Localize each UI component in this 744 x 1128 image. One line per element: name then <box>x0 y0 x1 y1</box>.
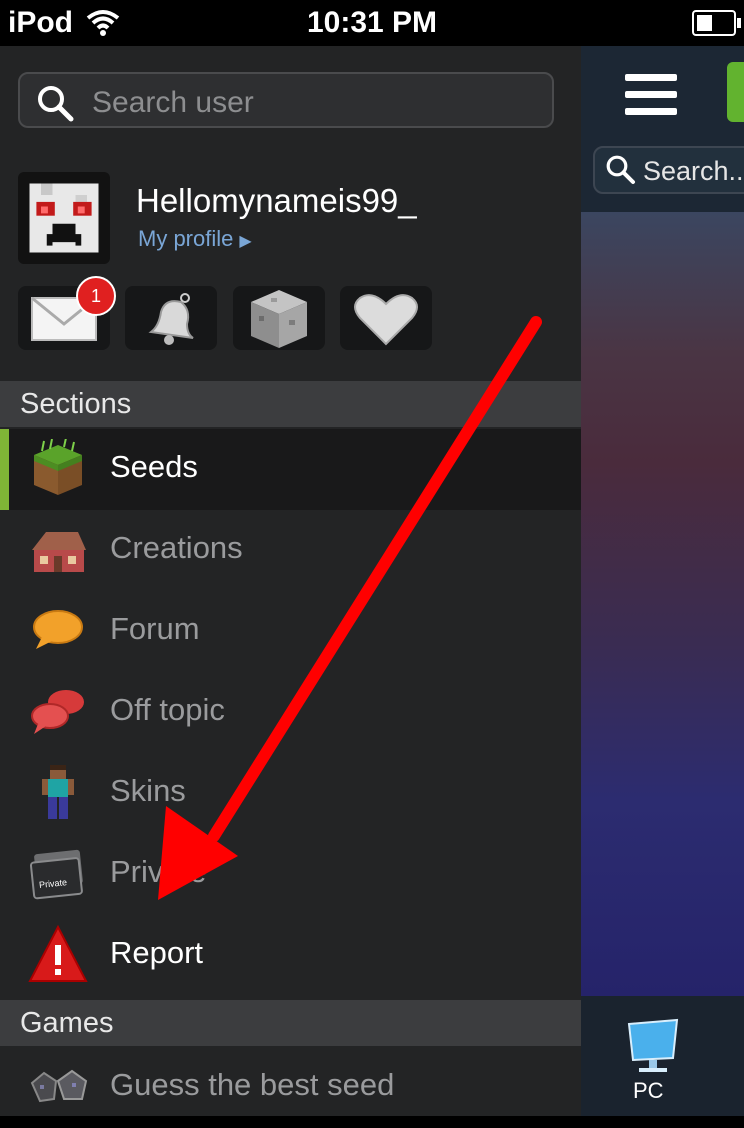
avatar[interactable] <box>18 172 110 264</box>
section-item-forum[interactable]: Forum <box>0 591 581 672</box>
section-item-skins[interactable]: Skins <box>0 753 581 834</box>
sections-header: Sections <box>0 381 581 427</box>
ore-blocks-icon <box>30 1069 88 1103</box>
main-search-field[interactable]: Search.. <box>593 146 744 194</box>
section-item-creations[interactable]: Creations <box>0 510 581 591</box>
section-item-label: Creations <box>110 530 243 565</box>
notifications-button[interactable] <box>125 286 217 350</box>
favorites-button[interactable] <box>340 286 432 350</box>
section-item-label: Off topic <box>110 692 225 727</box>
active-indicator <box>0 429 9 510</box>
hero-image <box>581 212 744 996</box>
ghast-avatar-icon <box>29 183 99 253</box>
character-skin-icon <box>42 765 74 819</box>
status-bar: iPod 10:31 PM <box>0 0 744 46</box>
my-profile-link[interactable]: My profile ▶ <box>138 226 252 252</box>
house-icon <box>32 532 86 572</box>
private-folder-icon: Private <box>29 849 83 900</box>
search-icon <box>606 155 635 184</box>
section-item-label: Private <box>110 854 207 889</box>
bell-icon <box>148 293 194 345</box>
section-item-seeds[interactable]: Seeds <box>0 429 581 510</box>
action-button[interactable] <box>727 62 744 122</box>
section-item-off-topic[interactable]: Off topic <box>0 672 581 753</box>
tab-label: PC <box>633 1078 664 1103</box>
main-search-label: Search.. <box>643 156 744 186</box>
section-item-label: Forum <box>110 611 200 646</box>
main-view: Search.. PC <box>581 46 744 1116</box>
speech-bubble-icon <box>33 610 83 649</box>
games-header: Games <box>0 1000 581 1046</box>
search-user-field[interactable]: Search user <box>18 72 554 128</box>
search-placeholder: Search user <box>92 86 254 119</box>
blocks-button[interactable] <box>233 286 325 350</box>
section-item-label: Seeds <box>110 449 198 484</box>
warning-triangle-icon <box>28 925 88 982</box>
section-item-private[interactable]: Private Private <box>0 834 581 915</box>
grass-block-icon <box>34 439 82 495</box>
section-item-label: Report <box>110 935 204 970</box>
menu-icon[interactable] <box>625 74 677 115</box>
heart-icon <box>354 294 418 346</box>
unread-badge: 1 <box>76 276 116 316</box>
battery-icon <box>692 10 741 36</box>
tab-pc[interactable]: PC <box>581 996 744 1116</box>
monitor-icon <box>627 1018 679 1072</box>
username: Hellomynameis99_ <box>136 182 417 219</box>
section-item-label: Guess the best seed <box>110 1067 395 1102</box>
stone-block-icon <box>251 290 307 348</box>
section-item-report[interactable]: Report <box>0 915 581 996</box>
section-item-label: Skins <box>110 773 186 808</box>
chevron-right-icon: ▶ <box>239 233 252 250</box>
messages-button[interactable]: 1 <box>18 276 116 350</box>
search-icon <box>38 86 74 122</box>
clock: 10:31 PM <box>306 6 438 39</box>
side-drawer: Search user Hellomynameis99_ My profile ▶ <box>0 46 581 1116</box>
speech-bubbles-icon <box>31 690 84 734</box>
